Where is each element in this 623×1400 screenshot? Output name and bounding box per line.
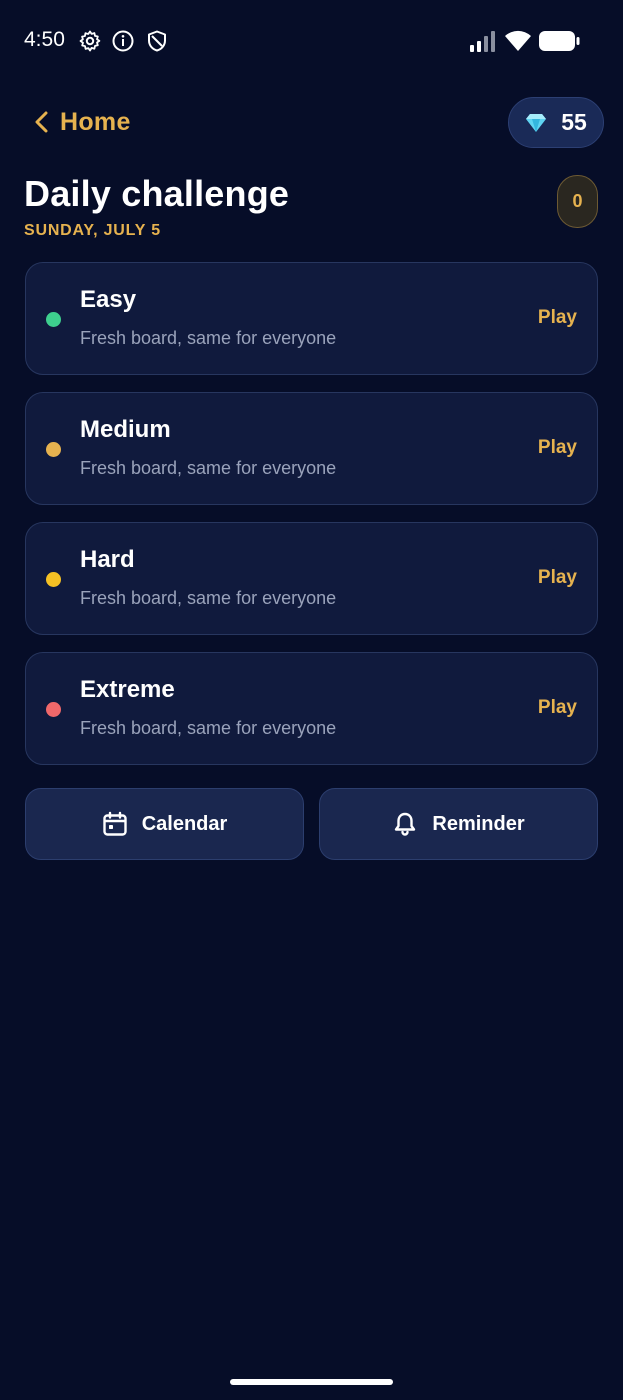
play-button[interactable]: Play <box>538 567 577 589</box>
play-button[interactable]: Play <box>538 307 577 329</box>
home-indicator[interactable] <box>230 1379 393 1385</box>
calendar-icon <box>103 811 127 836</box>
challenge-card-easy[interactable]: Easy Fresh board, same for everyone Play <box>25 262 598 375</box>
challenge-subtitle: Fresh board, same for everyone <box>80 328 337 348</box>
chevron-left-icon <box>35 111 48 133</box>
battery-icon <box>539 31 580 51</box>
signal-icon <box>470 31 495 52</box>
play-button[interactable]: Play <box>538 437 577 459</box>
difficulty-dot <box>46 312 61 327</box>
status-bar: 4:50 <box>0 0 623 82</box>
shield-icon <box>148 30 166 52</box>
calendar-label: Calendar <box>141 812 228 835</box>
challenge-title: Extreme <box>80 676 175 703</box>
reminder-label: Reminder <box>432 812 525 835</box>
play-button[interactable]: Play <box>538 697 577 719</box>
bell-icon <box>395 812 416 836</box>
difficulty-dot <box>46 442 61 457</box>
gear-icon <box>79 30 101 52</box>
challenge-card-extreme[interactable]: Extreme Fresh board, same for everyone P… <box>25 652 598 765</box>
info-icon <box>112 30 134 52</box>
gem-icon <box>526 113 547 132</box>
challenge-subtitle: Fresh board, same for everyone <box>80 588 337 608</box>
gem-count: 55 <box>561 109 587 135</box>
challenge-card-hard[interactable]: Hard Fresh board, same for everyone Play <box>25 522 598 635</box>
page-title: Daily challenge <box>24 173 290 214</box>
gem-balance-pill[interactable]: 55 <box>508 97 604 148</box>
daily-challenge-screen: 4:50 Home 55 Daily challenge SUNDAY, JUL… <box>0 0 623 1400</box>
challenge-subtitle: Fresh board, same for everyone <box>80 458 337 478</box>
back-home-label: Home <box>60 107 131 136</box>
page-date: SUNDAY, JULY 5 <box>24 222 161 239</box>
calendar-button[interactable]: Calendar <box>25 788 304 860</box>
challenge-card-medium[interactable]: Medium Fresh board, same for everyone Pl… <box>25 392 598 505</box>
reminder-button[interactable]: Reminder <box>319 788 598 860</box>
challenge-title: Hard <box>80 546 135 573</box>
status-time: 4:50 <box>24 28 65 51</box>
back-home-button[interactable]: Home <box>32 104 131 140</box>
streak-badge[interactable]: 0 <box>557 175 598 228</box>
challenge-subtitle: Fresh board, same for everyone <box>80 718 337 738</box>
wifi-icon <box>505 30 531 51</box>
challenge-title: Easy <box>80 286 137 313</box>
challenge-title: Medium <box>80 416 171 443</box>
difficulty-dot <box>46 572 61 587</box>
difficulty-dot <box>46 702 61 717</box>
